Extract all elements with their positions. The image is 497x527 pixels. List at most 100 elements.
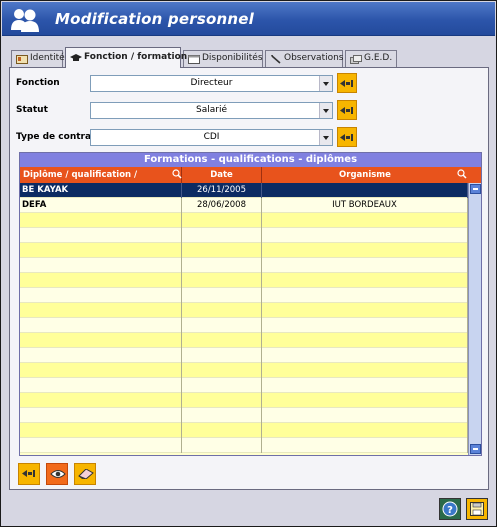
tab-fonction-formation[interactable]: Fonction / formation xyxy=(65,47,187,68)
cell-empty xyxy=(182,228,262,243)
tab-disponibilites[interactable]: Disponibilités xyxy=(183,50,263,67)
chevron-down-icon[interactable] xyxy=(319,130,332,145)
table-row[interactable]: DEFA 28/06/2008 IUT BORDEAUX xyxy=(20,198,468,213)
tab-ged[interactable]: G.E.D. xyxy=(345,50,397,67)
calendar-icon xyxy=(188,55,200,64)
table-row-empty[interactable] xyxy=(20,378,468,393)
cell-empty xyxy=(20,318,182,333)
cell-empty xyxy=(20,438,182,453)
scroll-up-button[interactable] xyxy=(470,184,481,194)
cell-empty xyxy=(262,258,468,273)
documents-icon xyxy=(350,55,362,64)
contrat-select[interactable]: CDI xyxy=(90,129,333,146)
cell-empty xyxy=(182,288,262,303)
statut-link-button[interactable] xyxy=(337,100,357,120)
contrat-link-button[interactable] xyxy=(337,127,357,147)
window-title: Modification personnel xyxy=(55,10,254,28)
table-row-empty[interactable] xyxy=(20,408,468,423)
cell-empty xyxy=(262,318,468,333)
cell-date: 26/11/2005 xyxy=(182,183,262,198)
table-row-empty[interactable] xyxy=(20,213,468,228)
fonction-select[interactable]: Directeur xyxy=(90,75,333,92)
cell-empty xyxy=(262,378,468,393)
statut-select[interactable]: Salarié xyxy=(90,102,333,119)
table-row-empty[interactable] xyxy=(20,393,468,408)
cell-empty xyxy=(262,423,468,438)
table-row-empty[interactable] xyxy=(20,228,468,243)
chevron-down-icon[interactable] xyxy=(319,76,332,91)
cell-empty xyxy=(20,243,182,258)
link-icon xyxy=(22,470,35,477)
fonction-link-button[interactable] xyxy=(337,73,357,93)
column-header-organisme-label: Organisme xyxy=(339,170,391,180)
cell-empty xyxy=(182,318,262,333)
table-row-empty[interactable] xyxy=(20,243,468,258)
tab-ged-label: G.E.D. xyxy=(364,53,393,63)
cell-empty xyxy=(20,348,182,363)
help-button[interactable]: ? xyxy=(439,498,461,520)
title-bar: Modification personnel xyxy=(2,2,495,36)
cell-empty xyxy=(262,288,468,303)
mortarboard-icon xyxy=(70,54,82,61)
cell-empty xyxy=(20,378,182,393)
cell-empty xyxy=(262,228,468,243)
cell-empty xyxy=(262,333,468,348)
cell-empty xyxy=(182,333,262,348)
cell-empty xyxy=(20,273,182,288)
tab-panel-fonction-formation: Fonction Directeur Statut Salarié Type d… xyxy=(9,67,489,490)
link-button[interactable] xyxy=(18,463,40,485)
grid-caption: Formations - qualifications - diplômes xyxy=(20,153,481,167)
table-row-empty[interactable] xyxy=(20,348,468,363)
view-button[interactable] xyxy=(46,463,68,485)
link-icon xyxy=(340,80,353,87)
cell-empty xyxy=(182,243,262,258)
cell-empty xyxy=(20,213,182,228)
column-header-date[interactable]: Date xyxy=(182,167,262,183)
grid-header: Diplôme / qualification / formation Date… xyxy=(20,167,468,196)
grid-body: BE KAYAK 26/11/2005 DEFA 28/06/2008 IUT … xyxy=(20,183,468,455)
cell-empty xyxy=(262,348,468,363)
table-row-empty[interactable] xyxy=(20,318,468,333)
table-row-empty[interactable] xyxy=(20,438,468,453)
table-row-empty[interactable] xyxy=(20,363,468,378)
save-button[interactable] xyxy=(466,498,488,520)
cell-empty xyxy=(182,438,262,453)
table-row-empty[interactable] xyxy=(20,423,468,438)
table-row-empty[interactable] xyxy=(20,303,468,318)
cell-empty xyxy=(182,408,262,423)
scroll-down-button[interactable] xyxy=(470,444,481,454)
search-icon[interactable] xyxy=(457,169,467,179)
column-header-organisme[interactable]: Organisme xyxy=(262,167,468,183)
cell-diplome: BE KAYAK xyxy=(20,183,182,198)
table-row-empty[interactable] xyxy=(20,273,468,288)
tab-bar: Identité Fonction / formation Disponibil… xyxy=(9,47,489,68)
column-header-diplome[interactable]: Diplôme / qualification / formation xyxy=(20,167,182,196)
erase-button[interactable] xyxy=(74,463,96,485)
table-row-empty[interactable] xyxy=(20,258,468,273)
chevron-down-icon[interactable] xyxy=(319,103,332,118)
cell-empty xyxy=(182,423,262,438)
cell-organisme xyxy=(262,183,468,198)
cell-organisme: IUT BORDEAUX xyxy=(262,198,468,213)
tab-observations[interactable]: Observations xyxy=(265,50,344,67)
fonction-label: Fonction xyxy=(16,78,60,88)
users-icon xyxy=(11,9,39,32)
tab-identite[interactable]: Identité xyxy=(11,50,65,67)
help-icon: ? xyxy=(442,501,458,517)
eraser-icon xyxy=(78,469,94,479)
cell-empty xyxy=(182,348,262,363)
cell-empty xyxy=(182,258,262,273)
cell-empty xyxy=(262,213,468,228)
statut-label: Statut xyxy=(16,105,48,115)
svg-text:?: ? xyxy=(447,505,453,516)
tab-observations-label: Observations xyxy=(284,53,344,63)
table-row-empty[interactable] xyxy=(20,288,468,303)
search-icon[interactable] xyxy=(172,169,182,179)
cell-empty xyxy=(182,213,262,228)
grid-scrollbar[interactable] xyxy=(468,183,481,455)
save-icon xyxy=(470,502,484,516)
cell-empty xyxy=(262,438,468,453)
table-row-empty[interactable] xyxy=(20,333,468,348)
cell-empty xyxy=(20,303,182,318)
table-row[interactable]: BE KAYAK 26/11/2005 xyxy=(20,183,468,198)
